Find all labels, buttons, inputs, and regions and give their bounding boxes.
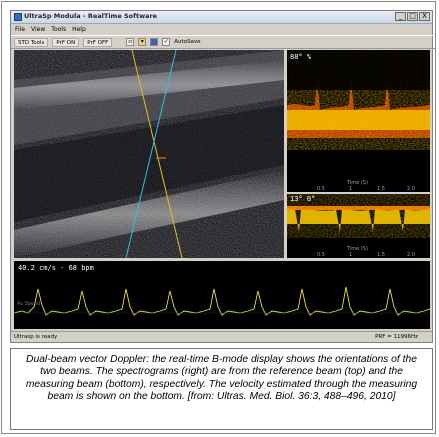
spectrum-top-label: 88° % [290, 53, 312, 61]
status-text: Ultrasp is ready [14, 334, 58, 340]
menu-file[interactable]: File [15, 26, 25, 33]
b-mode-image [14, 50, 284, 258]
spectrum-bottom-label: 13° 0° [290, 195, 316, 203]
prf-off-button[interactable]: PrF OFF [83, 37, 113, 47]
velocity-axis-label: Av Speed [17, 301, 41, 307]
autosave-label: AutoSave [174, 39, 201, 45]
status-bar: Ultrasp is ready PRF = 11996Hz [11, 331, 432, 343]
window-icon[interactable]: ▫ [126, 38, 135, 46]
toolbar: STD Tools PrF ON PrF OFF ▫ ▾ ✓ AutoSave [11, 35, 435, 49]
tick-label: 2.0 [407, 186, 415, 192]
tick-label: 1 [349, 186, 353, 192]
menu-help[interactable]: Help [72, 26, 86, 33]
open-folder-icon[interactable]: ▾ [138, 38, 147, 46]
tick-label: 0.5 [317, 186, 325, 192]
autosave-checkbox[interactable]: ✓ [162, 38, 171, 46]
tick-label: 2.0 [407, 252, 415, 258]
minimize-button[interactable]: _ [395, 12, 406, 21]
prf-readout: PRF = 11996Hz [375, 334, 418, 340]
velocity-trace [14, 286, 430, 316]
spectrogram-measuring-beam[interactable]: 13° 0° Time (S) 0.5 1 1.5 2.0 [287, 194, 430, 258]
app-window: UltraSp Modula - RealTime Software _ □ X… [10, 10, 436, 343]
figure-caption: Dual-beam vector Doppler: the real-time … [10, 348, 433, 430]
app-icon [14, 13, 22, 21]
tick-label: 1.5 [377, 186, 385, 192]
tick-label: 1 [349, 252, 353, 258]
save-icon[interactable] [150, 38, 159, 46]
b-mode-display[interactable] [14, 50, 284, 258]
velocity-trace-panel[interactable]: 40.2 cm/s - 68 bpm Av Speed [14, 261, 430, 329]
spectrogram-reference-beam[interactable]: 88° % Time (S) 0.5 1 1.5 2.0 [287, 50, 430, 192]
window-title: UltraSp Modula - RealTime Software [24, 12, 158, 20]
std-tools-button[interactable]: STD Tools [14, 37, 49, 47]
close-button[interactable]: X [419, 12, 430, 21]
menu-tools[interactable]: Tools [51, 26, 66, 33]
maximize-button[interactable]: □ [407, 12, 418, 21]
menu-view[interactable]: View [31, 26, 45, 33]
tick-label: 0.5 [317, 252, 325, 258]
velocity-readout: 40.2 cm/s - 68 bpm [18, 264, 94, 272]
tick-label: 1.5 [377, 252, 385, 258]
figure-frame: UltraSp Modula - RealTime Software _ □ X… [1, 1, 436, 434]
title-bar: UltraSp Modula - RealTime Software _ □ X [11, 11, 432, 24]
prf-on-button[interactable]: PrF ON [52, 37, 80, 47]
menu-bar: File View Tools Help [11, 24, 436, 34]
